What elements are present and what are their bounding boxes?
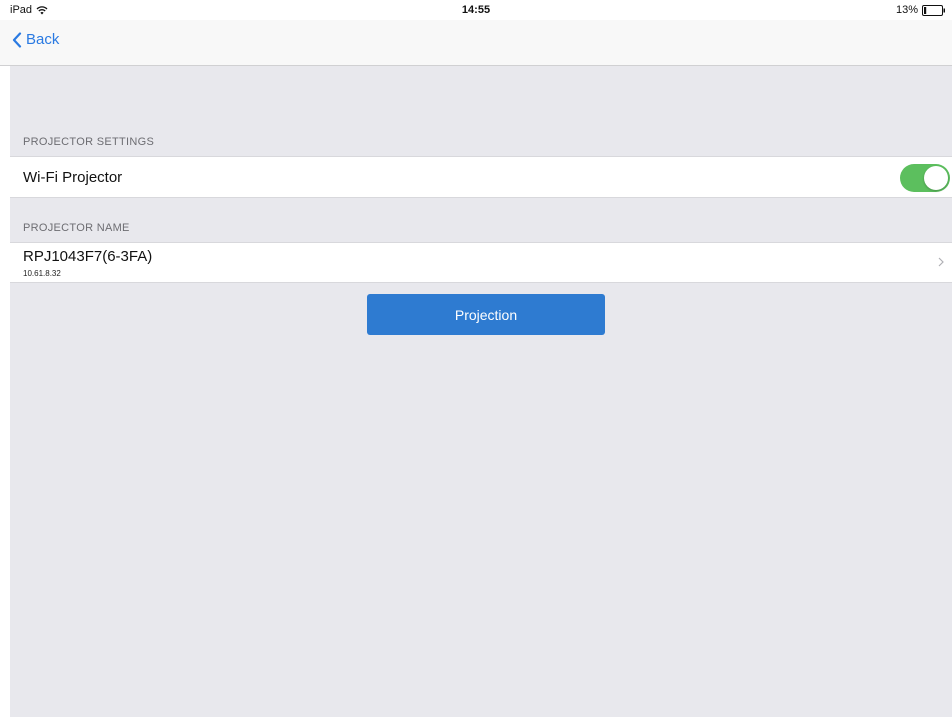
status-time: 14:55 [461,4,491,16]
battery-icon [922,4,946,16]
projector-ip: 10.61.8.32 [23,269,61,278]
battery-percent: 13% [895,4,918,16]
status-right: 13% [896,4,946,16]
screen: iPad 14:55 13% Back PROJECTOR SETTINGS W… [0,0,952,717]
projection-button[interactable]: Projection [367,294,605,335]
back-label: Back [26,31,60,48]
projector-name-cell[interactable]: RPJ1043F7(6-3FA) 10.61.8.32 [10,242,952,283]
back-button[interactable]: Back [12,31,59,48]
chevron-left-icon [12,31,22,48]
chevron-right-icon [938,257,944,267]
settings-content: PROJECTOR SETTINGS Wi-Fi Projector PROJE… [10,66,952,717]
status-bar: iPad 14:55 13% [0,0,952,20]
navigation-bar: Back [0,20,952,66]
toggle-knob [924,166,948,190]
section-header-projector-settings: PROJECTOR SETTINGS [23,136,155,148]
projector-name: RPJ1043F7(6-3FA) [23,248,153,265]
wifi-projector-label: Wi-Fi Projector [23,169,123,186]
wifi-projector-cell: Wi-Fi Projector [10,156,952,198]
section-header-projector-name: PROJECTOR NAME [23,222,130,234]
wifi-projector-toggle[interactable] [900,164,950,192]
